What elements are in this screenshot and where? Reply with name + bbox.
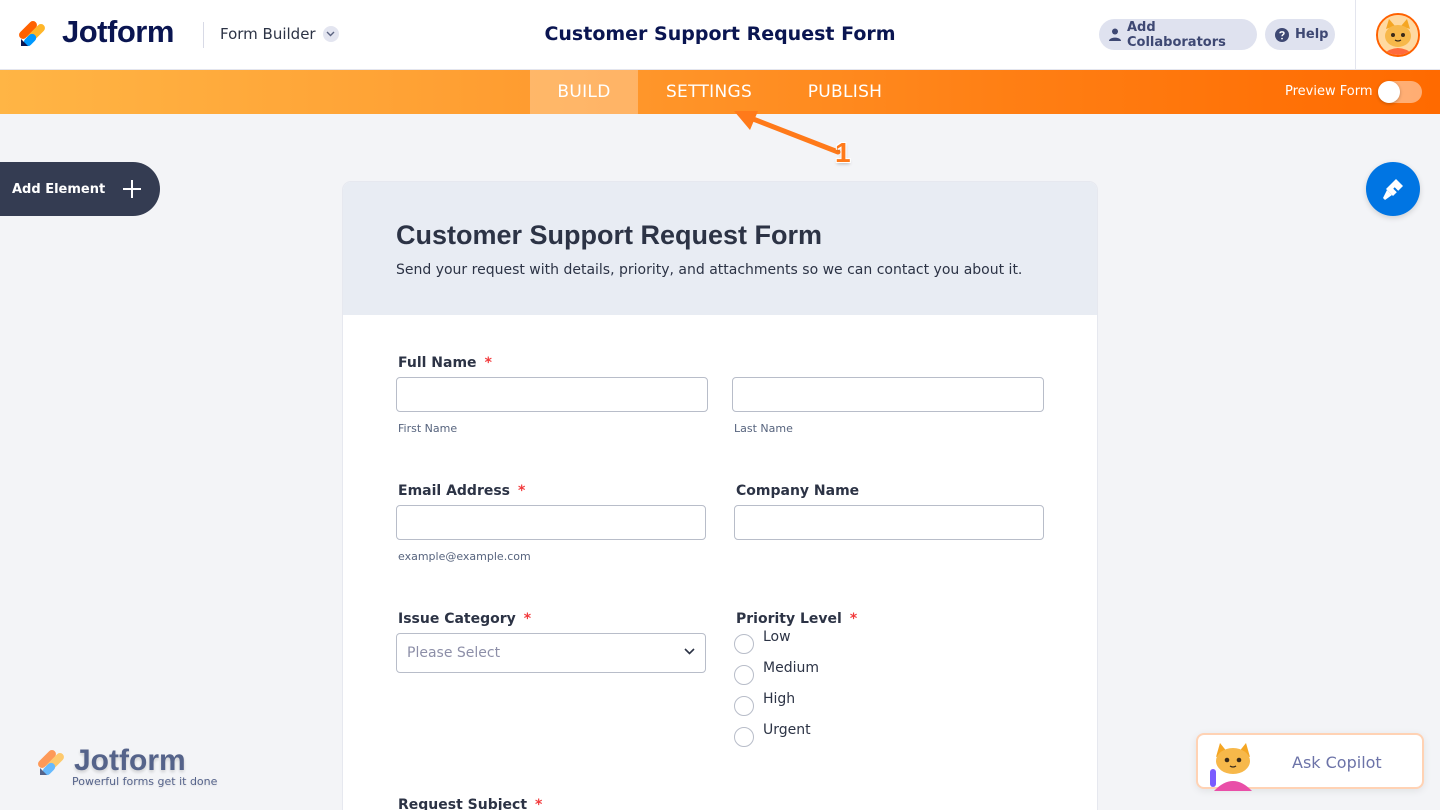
company-label: Company Name: [736, 483, 859, 499]
radio-button[interactable]: [734, 634, 754, 654]
toggle-knob: [1378, 81, 1400, 103]
user-icon: [1109, 28, 1121, 41]
priority-option-label: Urgent: [763, 722, 811, 738]
annotation-number: 1: [835, 137, 851, 168]
header-divider-right: [1355, 0, 1356, 70]
issue-category-select[interactable]: Please Select: [396, 633, 706, 673]
form-header[interactable]: Customer Support Request Form Send your …: [343, 182, 1097, 315]
header-form-title[interactable]: Customer Support Request Form: [544, 23, 895, 45]
paint-roller-icon: [1383, 179, 1403, 200]
priority-option-medium[interactable]: Medium: [734, 660, 819, 685]
radio-button[interactable]: [734, 665, 754, 685]
form-subtitle[interactable]: Send your request with details, priority…: [396, 262, 1022, 278]
form-builder-label: Form Builder: [220, 25, 316, 43]
required-asterisk: *: [523, 611, 532, 627]
radio-button[interactable]: [734, 727, 754, 747]
priority-label: Priority Level *: [736, 611, 857, 627]
issue-category-label: Issue Category *: [398, 611, 531, 627]
required-asterisk: *: [535, 797, 543, 810]
plus-icon: [123, 180, 141, 198]
avatar[interactable]: [1376, 13, 1420, 57]
priority-option-high[interactable]: High: [734, 691, 795, 716]
required-asterisk: *: [849, 611, 858, 627]
preview-form-toggle[interactable]: [1378, 81, 1422, 103]
ask-copilot-label: Ask Copilot: [1292, 753, 1382, 772]
required-asterisk: *: [518, 483, 526, 499]
chevron-down-icon: [684, 648, 695, 655]
first-name-input[interactable]: [396, 377, 708, 412]
issue-category-label-text: Issue Category: [398, 611, 516, 627]
add-element-button[interactable]: Add Element: [0, 162, 160, 216]
header-divider: [203, 22, 204, 48]
ask-copilot-button[interactable]: Ask Copilot: [1196, 733, 1424, 791]
required-asterisk: *: [484, 355, 492, 371]
priority-option-label: Low: [763, 629, 791, 645]
priority-option-urgent[interactable]: Urgent: [734, 722, 811, 747]
chevron-down-icon: [322, 26, 339, 42]
issue-category-placeholder: Please Select: [407, 645, 501, 661]
watermark-brand: Jotform: [74, 744, 186, 777]
jotform-logo-icon: [38, 750, 64, 776]
radio-button[interactable]: [734, 696, 754, 716]
copilot-cat-icon: [1210, 743, 1252, 791]
add-collaborators-label: Add Collaborators: [1127, 19, 1226, 50]
question-icon: [1275, 27, 1289, 42]
email-label: Email Address *: [398, 483, 525, 499]
add-collaborators-button[interactable]: Add Collaborators: [1099, 19, 1257, 50]
form-builder-dropdown[interactable]: Form Builder: [220, 25, 339, 43]
email-label-text: Email Address: [398, 483, 511, 499]
preview-form-label: Preview Form: [1285, 84, 1373, 99]
company-input[interactable]: [734, 505, 1044, 540]
add-element-label: Add Element: [12, 181, 106, 197]
brand-name: Jotform: [62, 14, 174, 49]
request-subject-label-text: Request Subject: [398, 797, 528, 810]
company-label-text: Company Name: [736, 483, 860, 499]
jotform-watermark: Jotform Powerful forms get it done: [38, 744, 217, 788]
form-designer-button[interactable]: [1366, 162, 1420, 216]
email-input[interactable]: [396, 505, 706, 540]
form-title[interactable]: Customer Support Request Form: [396, 220, 822, 251]
last-name-input[interactable]: [732, 377, 1044, 412]
priority-option-label: Medium: [763, 660, 819, 676]
form-card: Customer Support Request Form Send your …: [343, 182, 1097, 810]
full-name-label: Full Name *: [398, 355, 492, 371]
tab-build[interactable]: BUILD: [530, 70, 638, 114]
priority-option-low[interactable]: Low: [734, 629, 791, 654]
priority-option-label: High: [763, 691, 796, 707]
last-name-sublabel: Last Name: [734, 422, 793, 435]
jotform-logo[interactable]: Jotform: [19, 14, 174, 49]
top-header: Jotform Form Builder Customer Support Re…: [0, 0, 1440, 70]
watermark-tagline: Powerful forms get it done: [72, 775, 218, 788]
request-subject-label: Request Subject *: [398, 797, 542, 810]
priority-label-text: Priority Level: [736, 611, 842, 627]
jotform-logo-icon: [19, 17, 49, 47]
help-label: Help: [1295, 27, 1329, 42]
email-sublabel: example@example.com: [398, 550, 531, 563]
first-name-sublabel: First Name: [398, 422, 458, 435]
full-name-label-text: Full Name: [398, 355, 477, 371]
help-button[interactable]: Help: [1265, 19, 1335, 50]
